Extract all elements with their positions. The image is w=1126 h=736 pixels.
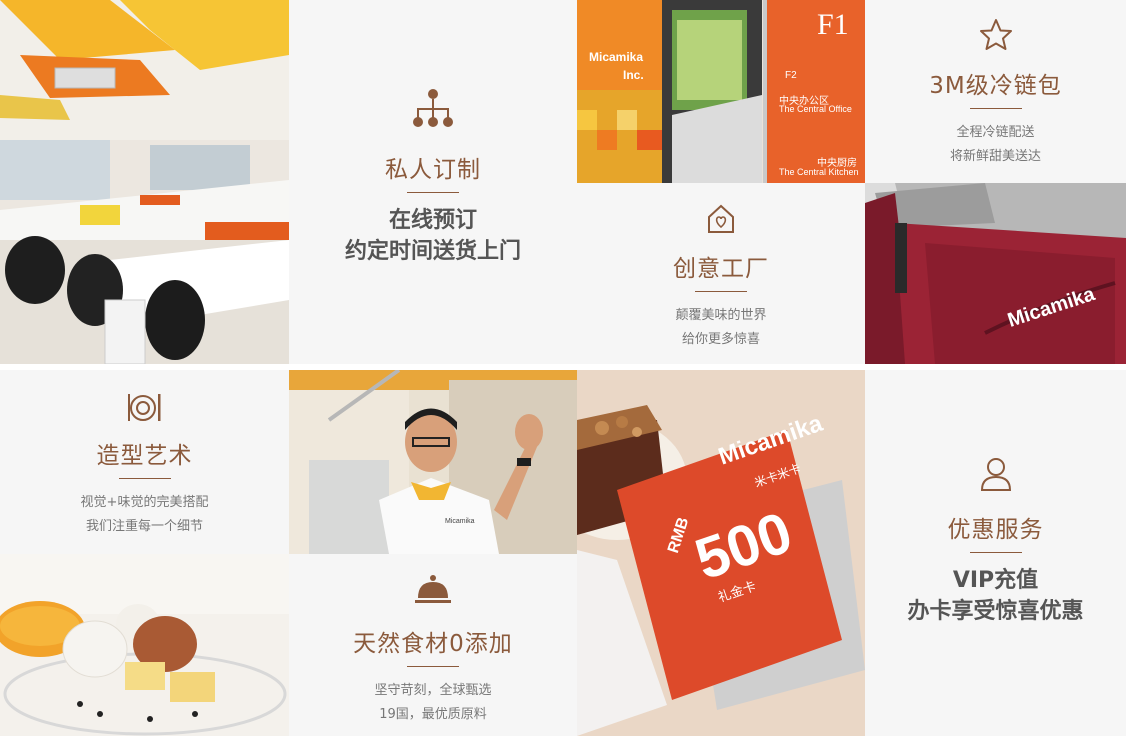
creative-factory-line-2: 给你更多惊喜	[681, 332, 760, 347]
house-heart-icon	[705, 203, 737, 239]
signage-photo: Micamika Inc. F1 F2 中央办公区 The Central Of…	[577, 0, 865, 183]
title-divider	[118, 478, 171, 479]
cold-chain-line-1: 全程冷链配送	[956, 125, 1035, 140]
creative-factory-panel: 创意工厂 颠覆美味的世界 给你更多惊喜	[577, 183, 865, 364]
natural-ingredients-line-2: 19国，最优质原料	[379, 707, 487, 722]
styling-art-line-2: 我们注重每一个细节	[85, 519, 203, 534]
cold-chain-title: 3M级冷链包	[929, 73, 1062, 99]
private-custom-panel: 私人订制 在线预订 约定时间送货上门	[289, 0, 577, 364]
styling-art-title: 造型艺术	[96, 443, 193, 469]
cloche-icon	[414, 574, 452, 612]
title-divider	[407, 666, 459, 667]
office-photo	[0, 0, 289, 364]
star-icon	[979, 18, 1013, 56]
signage-kitchen-en: The Central Kitchen	[779, 167, 859, 177]
natural-ingredients-panel: 天然食材0添加 坚守苛刻，全球甄选 19国，最优质原料	[289, 554, 577, 736]
styling-art-panel: 造型艺术 视觉+味觉的完美搭配 我们注重每一个细节	[0, 370, 289, 554]
gift-card-photo: Micamika 米卡米卡 RMB 500 礼金卡	[577, 370, 865, 736]
feature-grid: 私人订制 在线预订 约定时间送货上门 Micamika Inc. F1 F2 中…	[0, 0, 1126, 736]
natural-ingredients-title: 天然食材0添加	[353, 631, 513, 657]
user-icon	[979, 456, 1013, 496]
title-divider	[969, 552, 1022, 553]
ingredients-photo	[0, 554, 289, 736]
discount-service-title: 优惠服务	[947, 517, 1044, 543]
signage-floor-2: F2	[785, 70, 797, 81]
title-divider	[407, 192, 459, 193]
private-custom-title: 私人订制	[385, 157, 481, 183]
discount-service-line-2: 办卡享受惊喜优惠	[907, 599, 1084, 624]
plate-icon	[127, 390, 163, 428]
cooler-bag-photo: Micamika	[865, 183, 1126, 364]
cold-chain-line-2: 将新鲜甜美送达	[949, 149, 1041, 164]
discount-service-line-1: VIP充值	[952, 568, 1039, 593]
cold-chain-panel: 3M级冷链包 全程冷链配送 将新鲜甜美送达	[865, 0, 1126, 183]
title-divider	[695, 291, 747, 292]
signage-brand: Micamika	[589, 50, 644, 64]
discount-service-panel: 优惠服务 VIP充值 办卡享受惊喜优惠	[865, 370, 1126, 736]
chef-brand: Micamika	[445, 518, 475, 525]
creative-factory-title: 创意工厂	[673, 256, 769, 282]
signage-floor: F1	[817, 8, 849, 41]
natural-ingredients-line-1: 坚守苛刻，全球甄选	[374, 683, 492, 698]
creative-factory-line-1: 颠覆美味的世界	[675, 308, 767, 323]
private-custom-line-2: 约定时间送货上门	[344, 239, 521, 264]
signage-office-en: The Central Office	[779, 104, 852, 114]
signage-brand-inc: Inc.	[623, 68, 644, 82]
styling-art-line-1: 视觉+味觉的完美搭配	[80, 495, 209, 510]
org-chart-icon	[410, 88, 456, 136]
private-custom-line-1: 在线预订	[388, 208, 477, 233]
title-divider	[969, 108, 1022, 109]
chef-photo: Micamika	[289, 370, 577, 554]
